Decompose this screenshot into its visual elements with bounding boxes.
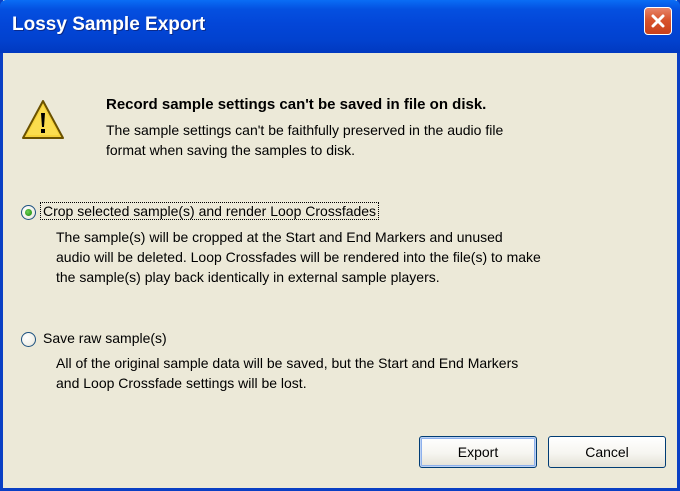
option-crop-render-text: Crop selected sample(s) and render Loop …	[40, 202, 380, 220]
export-button[interactable]: Export	[419, 436, 537, 468]
option-crop-render-label[interactable]: Crop selected sample(s) and render Loop …	[40, 202, 380, 220]
option-crop-render-description: The sample(s) will be cropped at the Sta…	[56, 229, 503, 245]
close-icon	[651, 14, 665, 28]
option-save-raw-description: and Loop Crossfade settings will be lost…	[56, 375, 307, 391]
option-crop-render-description: audio will be deleted. Loop Crossfades w…	[56, 249, 541, 265]
cancel-button[interactable]: Cancel	[548, 436, 666, 468]
option-crop-render-description: the sample(s) play back identically in e…	[56, 269, 440, 285]
radio-save-raw[interactable]	[21, 332, 36, 347]
radio-crop-render[interactable]	[21, 205, 36, 220]
option-save-raw-label[interactable]: Save raw sample(s)	[43, 330, 167, 346]
message-body-line: The sample settings can't be faithfully …	[106, 122, 504, 138]
title-bar[interactable]: Lossy Sample Export	[0, 0, 680, 53]
window-title: Lossy Sample Export	[12, 14, 206, 35]
dialog-window: Lossy Sample Export Record sample settin…	[0, 0, 680, 491]
message-headline: Record sample settings can't be saved in…	[106, 96, 487, 113]
radio-selected-dot	[25, 209, 32, 216]
message-body-line: format when saving the samples to disk.	[106, 142, 356, 158]
close-button[interactable]	[644, 7, 672, 35]
option-save-raw-description: All of the original sample data will be …	[56, 355, 519, 371]
warning-icon	[22, 100, 64, 139]
